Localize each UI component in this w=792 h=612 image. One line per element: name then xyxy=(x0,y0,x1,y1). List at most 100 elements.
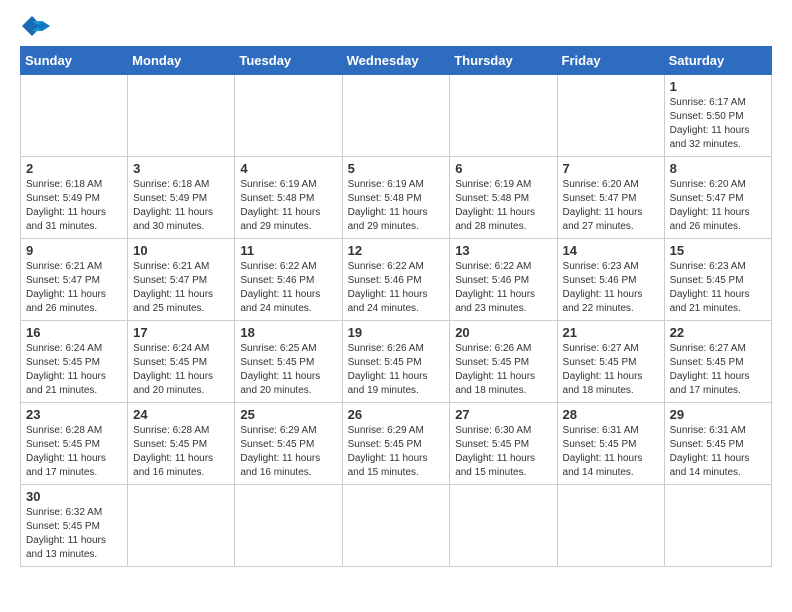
calendar-cell xyxy=(128,485,235,567)
cell-sun-info: Sunrise: 6:19 AM Sunset: 5:48 PM Dayligh… xyxy=(348,178,445,234)
cell-sun-info: Sunrise: 6:31 AM Sunset: 5:45 PM Dayligh… xyxy=(563,424,659,480)
day-number: 27 xyxy=(455,407,551,422)
cell-sun-info: Sunrise: 6:30 AM Sunset: 5:45 PM Dayligh… xyxy=(455,424,551,480)
weekday-header-monday: Monday xyxy=(128,47,235,75)
calendar-cell xyxy=(450,485,557,567)
day-number: 11 xyxy=(240,243,336,258)
calendar-cell: 18 Sunrise: 6:25 AM Sunset: 5:45 PM Dayli… xyxy=(235,321,342,403)
calendar-cell xyxy=(557,485,664,567)
calendar-cell: 2 Sunrise: 6:18 AM Sunset: 5:49 PM Daylig… xyxy=(21,157,128,239)
calendar-cell: 30 Sunrise: 6:32 AM Sunset: 5:45 PM Dayli… xyxy=(21,485,128,567)
calendar-cell: 3Sunrise: 6:18 AM Sunset: 5:49 PM Daylig… xyxy=(128,157,235,239)
calendar-cell: 7 Sunrise: 6:20 AM Sunset: 5:47 PM Daylig… xyxy=(557,157,664,239)
calendar-cell: 15 Sunrise: 6:23 AM Sunset: 5:45 PM Dayli… xyxy=(664,239,771,321)
day-number: 30 xyxy=(26,489,122,504)
calendar-cell xyxy=(21,75,128,157)
calendar-cell: 10Sunrise: 6:21 AM Sunset: 5:47 PM Dayli… xyxy=(128,239,235,321)
cell-sun-info: Sunrise: 6:29 AM Sunset: 5:45 PM Dayligh… xyxy=(348,424,445,480)
logo xyxy=(20,16,50,36)
calendar-cell xyxy=(557,75,664,157)
cell-sun-info: Sunrise: 6:26 AM Sunset: 5:45 PM Dayligh… xyxy=(348,342,445,398)
cell-sun-info: Sunrise: 6:29 AM Sunset: 5:45 PM Dayligh… xyxy=(240,424,336,480)
cell-sun-info: Sunrise: 6:20 AM Sunset: 5:47 PM Dayligh… xyxy=(670,178,766,234)
day-number: 24 xyxy=(133,407,229,422)
weekday-header-friday: Friday xyxy=(557,47,664,75)
calendar-cell: 22Sunrise: 6:27 AM Sunset: 5:45 PM Dayli… xyxy=(664,321,771,403)
day-number: 2 xyxy=(26,161,122,176)
calendar-cell: 14 Sunrise: 6:23 AM Sunset: 5:46 PM Dayli… xyxy=(557,239,664,321)
cell-sun-info: Sunrise: 6:32 AM Sunset: 5:45 PM Dayligh… xyxy=(26,506,122,562)
day-number: 25 xyxy=(240,407,336,422)
calendar-cell: 19 Sunrise: 6:26 AM Sunset: 5:45 PM Dayli… xyxy=(342,321,450,403)
cell-sun-info: Sunrise: 6:19 AM Sunset: 5:48 PM Dayligh… xyxy=(240,178,336,234)
day-number: 9 xyxy=(26,243,122,258)
weekday-header-wednesday: Wednesday xyxy=(342,47,450,75)
day-number: 5 xyxy=(348,161,445,176)
cell-sun-info: Sunrise: 6:24 AM Sunset: 5:45 PM Dayligh… xyxy=(133,342,229,398)
week-row-3: 16 Sunrise: 6:24 AM Sunset: 5:45 PM Dayli… xyxy=(21,321,772,403)
calendar-cell xyxy=(235,75,342,157)
calendar-cell: 27 Sunrise: 6:30 AM Sunset: 5:45 PM Dayli… xyxy=(450,403,557,485)
calendar-cell: 6 Sunrise: 6:19 AM Sunset: 5:48 PM Daylig… xyxy=(450,157,557,239)
day-number: 15 xyxy=(670,243,766,258)
calendar-cell: 11Sunrise: 6:22 AM Sunset: 5:46 PM Dayli… xyxy=(235,239,342,321)
week-row-1: 2 Sunrise: 6:18 AM Sunset: 5:49 PM Daylig… xyxy=(21,157,772,239)
day-number: 6 xyxy=(455,161,551,176)
calendar-cell: 23 Sunrise: 6:28 AM Sunset: 5:45 PM Dayli… xyxy=(21,403,128,485)
cell-sun-info: Sunrise: 6:18 AM Sunset: 5:49 PM Dayligh… xyxy=(26,178,122,234)
calendar-cell: 5 Sunrise: 6:19 AM Sunset: 5:48 PM Daylig… xyxy=(342,157,450,239)
calendar-cell: 13Sunrise: 6:22 AM Sunset: 5:46 PM Dayli… xyxy=(450,239,557,321)
cell-sun-info: Sunrise: 6:28 AM Sunset: 5:45 PM Dayligh… xyxy=(26,424,122,480)
week-row-5: 30 Sunrise: 6:32 AM Sunset: 5:45 PM Dayli… xyxy=(21,485,772,567)
day-number: 17 xyxy=(133,325,229,340)
calendar-cell: 8 Sunrise: 6:20 AM Sunset: 5:47 PM Daylig… xyxy=(664,157,771,239)
logo-blue-icon xyxy=(22,16,50,36)
calendar-cell xyxy=(664,485,771,567)
cell-sun-info: Sunrise: 6:23 AM Sunset: 5:46 PM Dayligh… xyxy=(563,260,659,316)
week-row-4: 23 Sunrise: 6:28 AM Sunset: 5:45 PM Dayli… xyxy=(21,403,772,485)
calendar-cell: 9 Sunrise: 6:21 AM Sunset: 5:47 PM Daylig… xyxy=(21,239,128,321)
calendar: SundayMondayTuesdayWednesdayThursdayFrid… xyxy=(20,46,772,567)
calendar-cell: 24 Sunrise: 6:28 AM Sunset: 5:45 PM Dayli… xyxy=(128,403,235,485)
calendar-cell: 1 Sunrise: 6:17 AM Sunset: 5:50 PM Daylig… xyxy=(664,75,771,157)
cell-sun-info: Sunrise: 6:17 AM Sunset: 5:50 PM Dayligh… xyxy=(670,96,766,152)
day-number: 4 xyxy=(240,161,336,176)
cell-sun-info: Sunrise: 6:27 AM Sunset: 5:45 PM Dayligh… xyxy=(563,342,659,398)
day-number: 19 xyxy=(348,325,445,340)
cell-sun-info: Sunrise: 6:31 AM Sunset: 5:45 PM Dayligh… xyxy=(670,424,766,480)
weekday-header-sunday: Sunday xyxy=(21,47,128,75)
day-number: 14 xyxy=(563,243,659,258)
day-number: 12 xyxy=(348,243,445,258)
day-number: 8 xyxy=(670,161,766,176)
day-number: 7 xyxy=(563,161,659,176)
week-row-0: 1 Sunrise: 6:17 AM Sunset: 5:50 PM Daylig… xyxy=(21,75,772,157)
cell-sun-info: Sunrise: 6:19 AM Sunset: 5:48 PM Dayligh… xyxy=(455,178,551,234)
day-number: 23 xyxy=(26,407,122,422)
calendar-cell: 26Sunrise: 6:29 AM Sunset: 5:45 PM Dayli… xyxy=(342,403,450,485)
calendar-cell: 12 Sunrise: 6:22 AM Sunset: 5:46 PM Dayli… xyxy=(342,239,450,321)
cell-sun-info: Sunrise: 6:22 AM Sunset: 5:46 PM Dayligh… xyxy=(455,260,551,316)
day-number: 16 xyxy=(26,325,122,340)
weekday-header-thursday: Thursday xyxy=(450,47,557,75)
calendar-cell xyxy=(342,75,450,157)
day-number: 22 xyxy=(670,325,766,340)
week-row-2: 9 Sunrise: 6:21 AM Sunset: 5:47 PM Daylig… xyxy=(21,239,772,321)
cell-sun-info: Sunrise: 6:25 AM Sunset: 5:45 PM Dayligh… xyxy=(240,342,336,398)
calendar-cell: 4 Sunrise: 6:19 AM Sunset: 5:48 PM Daylig… xyxy=(235,157,342,239)
cell-sun-info: Sunrise: 6:20 AM Sunset: 5:47 PM Dayligh… xyxy=(563,178,659,234)
day-number: 21 xyxy=(563,325,659,340)
cell-sun-info: Sunrise: 6:28 AM Sunset: 5:45 PM Dayligh… xyxy=(133,424,229,480)
cell-sun-info: Sunrise: 6:21 AM Sunset: 5:47 PM Dayligh… xyxy=(26,260,122,316)
calendar-cell: 17 Sunrise: 6:24 AM Sunset: 5:45 PM Dayli… xyxy=(128,321,235,403)
day-number: 1 xyxy=(670,79,766,94)
calendar-cell xyxy=(128,75,235,157)
cell-sun-info: Sunrise: 6:21 AM Sunset: 5:47 PM Dayligh… xyxy=(133,260,229,316)
calendar-cell xyxy=(342,485,450,567)
weekday-header-row: SundayMondayTuesdayWednesdayThursdayFrid… xyxy=(21,47,772,75)
cell-sun-info: Sunrise: 6:22 AM Sunset: 5:46 PM Dayligh… xyxy=(348,260,445,316)
day-number: 18 xyxy=(240,325,336,340)
calendar-cell xyxy=(450,75,557,157)
cell-sun-info: Sunrise: 6:23 AM Sunset: 5:45 PM Dayligh… xyxy=(670,260,766,316)
day-number: 3 xyxy=(133,161,229,176)
calendar-cell: 21 Sunrise: 6:27 AM Sunset: 5:45 PM Dayli… xyxy=(557,321,664,403)
